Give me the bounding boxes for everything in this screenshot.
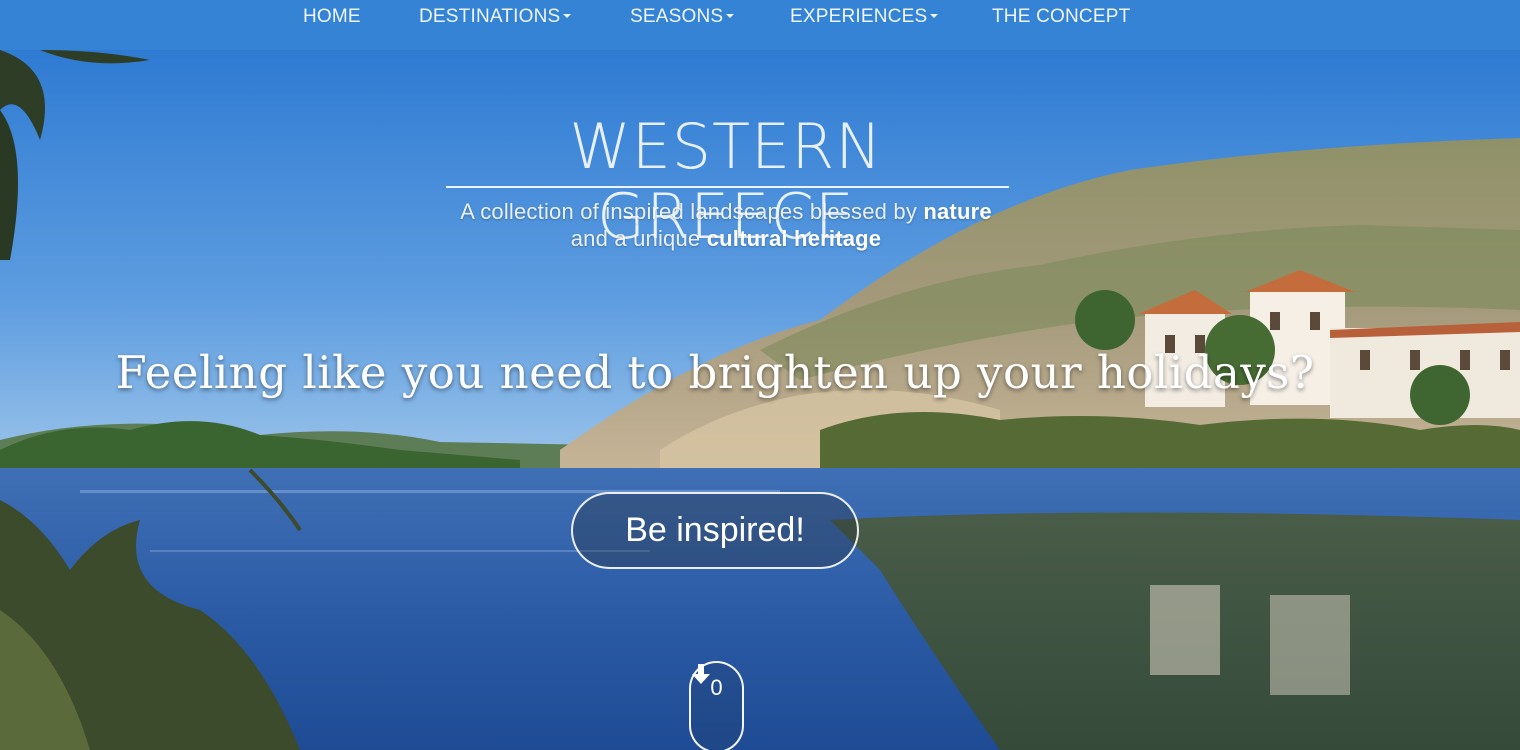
nav-item-label: EXPERIENCES xyxy=(790,6,928,27)
main-navbar: HOME DESTINATIONS SEASONS EXPERIENCES TH… xyxy=(0,0,1520,50)
tagline-line-2: and a unique xyxy=(570,226,701,251)
nav-menu: HOME DESTINATIONS SEASONS EXPERIENCES TH… xyxy=(0,0,1520,34)
hero-tagline: A collection of inspired landscapes bles… xyxy=(440,198,1012,252)
be-inspired-button[interactable]: Be inspired! xyxy=(571,492,859,569)
nav-item-label: DESTINATIONS xyxy=(419,6,561,27)
scroll-down-button[interactable]: 0 xyxy=(689,661,744,750)
nav-item-the-concept[interactable]: THE CONCEPT xyxy=(992,6,1130,28)
caret-down-icon xyxy=(726,13,735,18)
hero-headline: Feeling like you need to brighten up you… xyxy=(115,346,1315,399)
nav-item-home[interactable]: HOME xyxy=(303,6,361,28)
hero-text-block: WESTERN GREECE A collection of inspired … xyxy=(0,50,1520,750)
nav-item-experiences[interactable]: EXPERIENCES xyxy=(790,6,939,28)
arrow-down-icon xyxy=(692,664,710,684)
tagline-line-2-bold: cultural heritage xyxy=(706,226,882,251)
caret-down-icon xyxy=(563,13,572,18)
caret-down-icon xyxy=(930,13,939,18)
nav-item-destinations[interactable]: DESTINATIONS xyxy=(419,6,572,28)
hero-section: WESTERN GREECE A collection of inspired … xyxy=(0,50,1520,750)
nav-item-label: HOME xyxy=(303,6,361,27)
tagline-line-1: A collection of inspired landscapes bles… xyxy=(460,199,918,224)
title-divider xyxy=(446,186,1009,188)
nav-item-label: THE CONCEPT xyxy=(992,6,1131,27)
nav-item-label: SEASONS xyxy=(630,6,724,27)
nav-item-seasons[interactable]: SEASONS xyxy=(630,6,735,28)
tagline-line-1-bold: nature xyxy=(923,199,992,224)
